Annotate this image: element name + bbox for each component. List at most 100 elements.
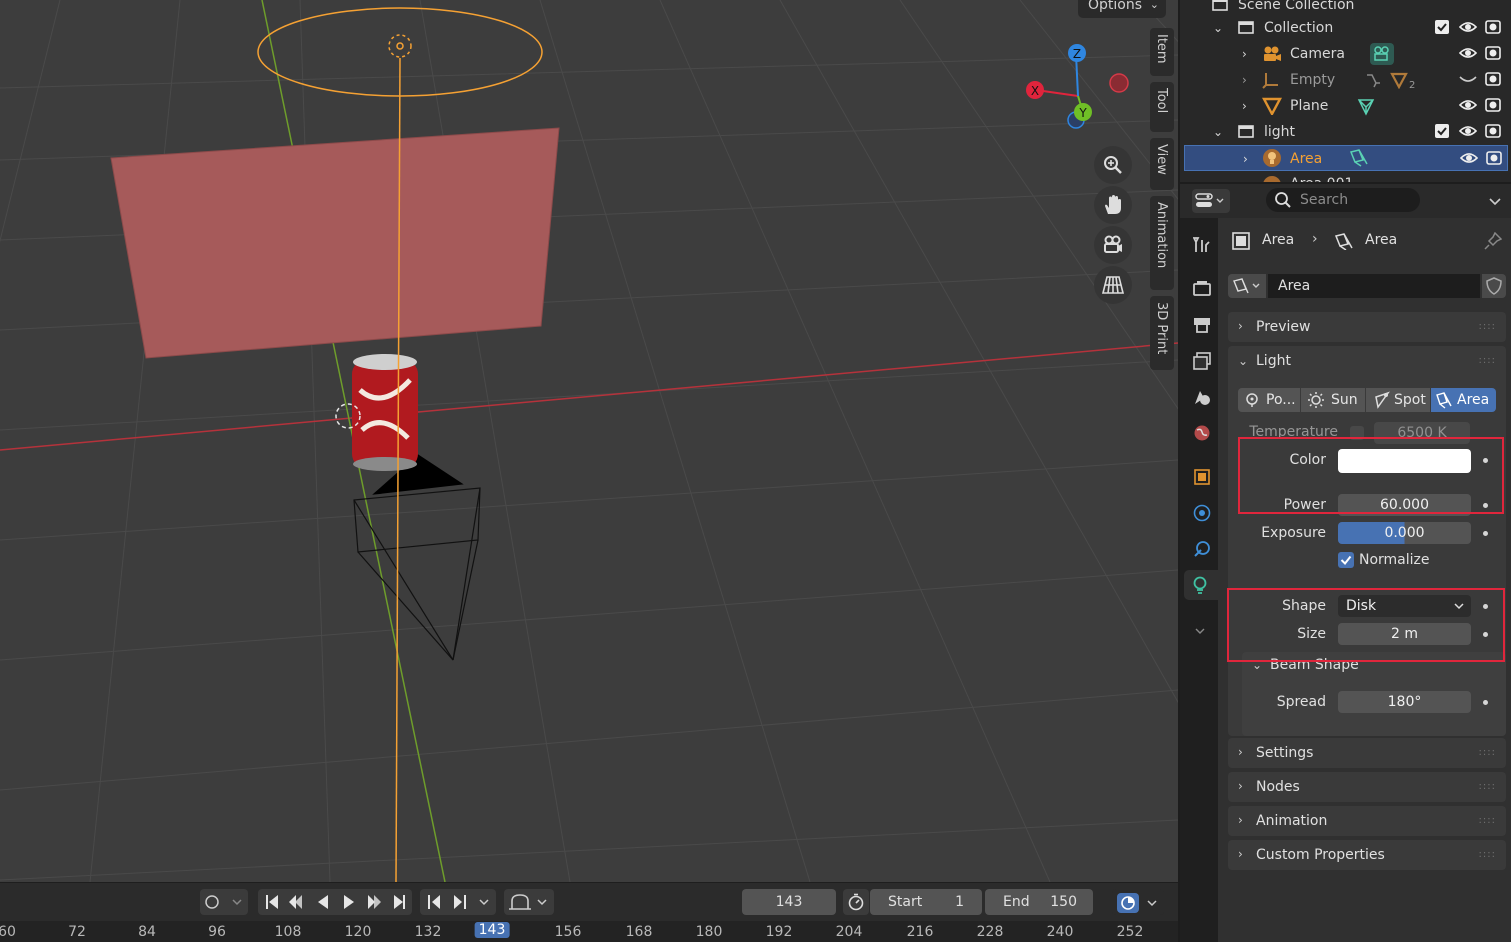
render-camera-icon[interactable] [1486, 150, 1502, 166]
camera-view-button[interactable] [1094, 226, 1132, 264]
panel-preview[interactable]: › Preview :::: [1228, 312, 1506, 342]
drag-grip-icon[interactable]: :::: [1479, 781, 1496, 792]
outliner-item-area-001[interactable]: Area.001 [1180, 171, 1511, 182]
pan-button[interactable] [1094, 186, 1132, 224]
pan-hand-icon [1105, 195, 1121, 214]
keyframe-dot[interactable] [1483, 531, 1488, 536]
render-camera-icon[interactable] [1485, 45, 1501, 61]
panel-settings[interactable]: › Settings :::: [1228, 738, 1506, 768]
eye-icon[interactable] [1459, 97, 1477, 113]
search-input[interactable]: Search [1266, 188, 1420, 212]
sidebar-tab-item[interactable]: Item [1150, 28, 1174, 76]
tab-scene[interactable] [1186, 382, 1216, 412]
light-type-spot[interactable]: Spot [1366, 388, 1430, 412]
light-type-point[interactable]: Po... [1238, 388, 1300, 412]
editor-type-dropdown[interactable] [1192, 189, 1230, 213]
light-type-sun[interactable]: Sun [1301, 388, 1365, 412]
snapping-dropdown[interactable] [504, 889, 554, 915]
chevron-down-icon[interactable]: ⌄ [1213, 119, 1223, 145]
tab-light-data[interactable] [1184, 570, 1218, 600]
jump-start-icon [266, 895, 278, 909]
pin-icon[interactable] [1484, 232, 1502, 250]
browse-datablock-button[interactable] [1228, 274, 1266, 298]
render-camera-icon[interactable] [1485, 97, 1501, 113]
outliner-item-area[interactable]: › Area [1184, 145, 1508, 171]
sidebar-tab-animation[interactable]: Animation [1150, 196, 1174, 290]
keyframe-dot[interactable] [1483, 700, 1488, 705]
render-camera-icon[interactable] [1485, 71, 1501, 87]
checkbox-checked-icon[interactable] [1434, 19, 1450, 35]
chevron-right-icon[interactable]: › [1242, 67, 1247, 93]
end-frame-field[interactable]: End 150 [985, 889, 1093, 915]
datablock-name-field[interactable]: Area [1268, 274, 1480, 298]
eye-icon[interactable] [1459, 45, 1477, 61]
drag-grip-icon[interactable]: :::: [1479, 747, 1496, 758]
frame-ruler[interactable]: 60 72 84 96 108 120 132 143 156 168 180 … [0, 921, 1178, 942]
exposure-slider[interactable]: 0.000 [1338, 522, 1471, 544]
start-value: 1 [955, 894, 964, 910]
outliner-item-plane[interactable]: › Plane [1180, 93, 1511, 119]
keying-dropdown[interactable] [200, 889, 248, 915]
chevron-right-icon[interactable]: › [1243, 146, 1248, 172]
chevron-down-icon[interactable]: ⌄ [1213, 15, 1223, 41]
light-type-selector: Po... Sun Spot Area [1238, 388, 1496, 412]
sidebar-tab-view[interactable]: View [1150, 138, 1174, 190]
viewport-scene[interactable]: X Y Z [0, 0, 1178, 882]
render-camera-icon[interactable] [1485, 123, 1501, 139]
sidebar-tab-3d-print[interactable]: 3D Print [1150, 296, 1174, 370]
eye-icon[interactable] [1459, 123, 1477, 139]
highlight-box-shape-size [1227, 588, 1505, 662]
panel-light-header[interactable]: ⌄ Light :::: [1228, 346, 1506, 378]
playback-controls[interactable] [258, 889, 412, 915]
chevron-down-icon[interactable] [1488, 194, 1502, 208]
outliner-item-collection[interactable]: ⌄ Collection [1180, 15, 1511, 41]
stopwatch-button[interactable] [843, 889, 869, 915]
3d-viewport[interactable]: X Y Z Options ⌄ Item Tool View Animation… [0, 0, 1178, 882]
outliner-item-camera[interactable]: › Camera [1180, 41, 1511, 67]
drag-grip-icon[interactable]: :::: [1479, 849, 1496, 860]
panel-nodes-title: Nodes [1256, 779, 1300, 795]
playback-options-dropdown[interactable] [1112, 889, 1164, 915]
tab-output[interactable] [1186, 310, 1216, 340]
current-frame-field[interactable]: 143 [742, 889, 836, 915]
outliner-label: Collection [1264, 20, 1334, 36]
render-camera-icon[interactable] [1485, 19, 1501, 35]
eye-closed-icon[interactable] [1459, 71, 1477, 87]
ruler-tick: 120 [344, 924, 372, 940]
chevron-right-icon[interactable]: › [1242, 93, 1247, 119]
tab-constraints[interactable] [1186, 534, 1216, 564]
options-dropdown[interactable]: Options ⌄ [1078, 0, 1166, 18]
fake-user-button[interactable] [1482, 274, 1506, 298]
sidebar-tab-tool[interactable]: Tool [1150, 82, 1174, 132]
drag-grip-icon[interactable]: :::: [1479, 355, 1496, 366]
drag-grip-icon[interactable]: :::: [1479, 321, 1496, 332]
eye-icon[interactable] [1460, 150, 1478, 166]
light-type-area[interactable]: Area [1431, 388, 1496, 412]
outliner-item-light-collection[interactable]: ⌄ light [1180, 119, 1511, 145]
tab-physics[interactable] [1186, 498, 1216, 528]
tab-object[interactable] [1186, 462, 1216, 492]
output-icon [1194, 318, 1210, 333]
chevron-right-icon[interactable]: › [1242, 41, 1247, 67]
panel-custom-properties[interactable]: › Custom Properties :::: [1228, 840, 1506, 870]
zoom-button[interactable] [1094, 146, 1132, 184]
normalize-checkbox[interactable] [1338, 552, 1354, 568]
tab-world[interactable] [1186, 418, 1216, 448]
tab-view-layer[interactable] [1186, 346, 1216, 376]
tab-render[interactable] [1186, 274, 1216, 304]
camera-data-icon [1370, 43, 1394, 65]
start-frame-field[interactable]: Start 1 [870, 889, 982, 915]
drag-grip-icon[interactable]: :::: [1479, 815, 1496, 826]
perspective-toggle-button[interactable] [1094, 266, 1132, 304]
panel-animation[interactable]: › Animation :::: [1228, 806, 1506, 836]
outliner-item-empty[interactable]: › Empty 2 [1180, 67, 1511, 93]
checkbox-checked-icon[interactable] [1434, 123, 1450, 139]
eye-icon[interactable] [1459, 19, 1477, 35]
current-frame-indicator[interactable]: 143 [474, 922, 510, 938]
step-controls[interactable] [420, 889, 496, 915]
spread-field[interactable]: 180° [1338, 691, 1471, 713]
datablock-selector[interactable]: Area [1228, 274, 1510, 298]
tab-tool[interactable] [1186, 230, 1216, 260]
chevron-down-icon[interactable] [1194, 626, 1206, 636]
panel-nodes[interactable]: › Nodes :::: [1228, 772, 1506, 802]
